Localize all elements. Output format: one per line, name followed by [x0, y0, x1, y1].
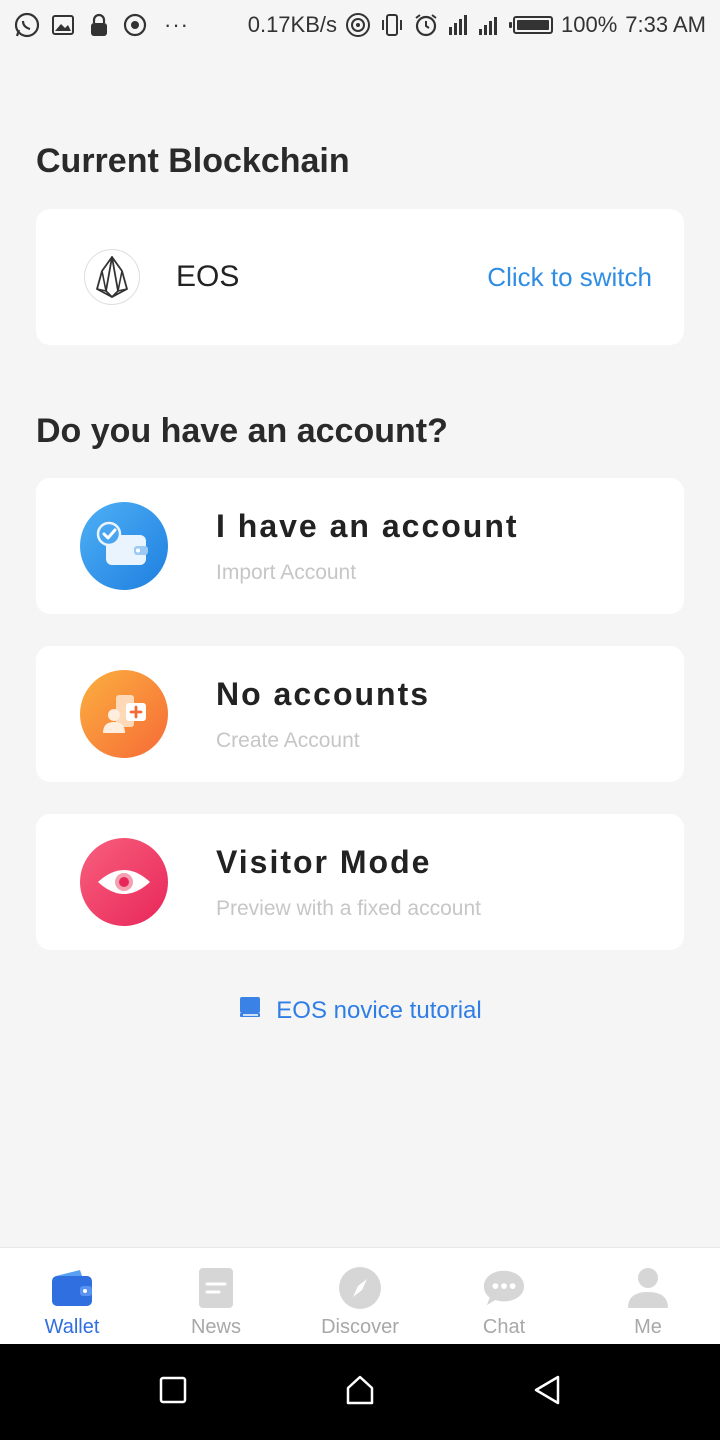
novice-tutorial-link[interactable]: EOS novice tutorial: [0, 996, 720, 1025]
battery-percent: 100%: [561, 12, 618, 37]
home-button[interactable]: [344, 1374, 376, 1411]
switch-chain-link[interactable]: Click to switch: [487, 262, 652, 293]
back-button[interactable]: [532, 1374, 562, 1411]
import-account-option[interactable]: I have an account Import Account: [36, 478, 684, 614]
book-icon: [238, 996, 262, 1025]
vibrate-icon: [379, 12, 405, 38]
network-speed: 0.17KB/s: [247, 12, 337, 37]
add-account-icon: [80, 670, 168, 758]
tab-label: Wallet: [44, 1316, 100, 1338]
account-heading: Do you have an account?: [36, 412, 448, 450]
gallery-icon: [50, 12, 76, 38]
person-icon: [626, 1266, 670, 1310]
battery-icon: [509, 16, 553, 34]
tab-label: Discover: [321, 1316, 399, 1338]
recent-apps-button[interactable]: [158, 1375, 188, 1410]
tab-me[interactable]: Me: [576, 1248, 720, 1344]
visitor-mode-option[interactable]: Visitor Mode Preview with a fixed accoun…: [36, 814, 684, 950]
option-title: No accounts: [216, 675, 431, 712]
option-subtitle: Preview with a fixed account: [216, 896, 481, 920]
more-icon: ···: [164, 12, 189, 37]
tab-chat[interactable]: Chat: [432, 1248, 576, 1344]
compass-icon: [338, 1266, 382, 1310]
option-subtitle: Create Account: [216, 728, 360, 752]
clock: 7:33 AM: [625, 12, 706, 37]
chat-icon: [482, 1266, 526, 1310]
bottom-tab-bar: Wallet News Discover Chat Me: [0, 1247, 720, 1344]
tab-discover[interactable]: Discover: [288, 1248, 432, 1344]
status-bar: ··· 0.17KB/s 100% 7:33 AM: [0, 0, 720, 50]
current-blockchain-heading: Current Blockchain: [36, 142, 350, 180]
chain-name: EOS: [176, 260, 240, 293]
system-nav-bar: [0, 1344, 720, 1440]
create-account-option[interactable]: No accounts Create Account: [36, 646, 684, 782]
lock-icon: [86, 12, 112, 38]
eos-logo-icon: [84, 249, 140, 305]
tab-wallet[interactable]: Wallet: [0, 1248, 144, 1344]
whatsapp-icon: [14, 12, 40, 38]
record-icon: [122, 12, 148, 38]
tab-label: Chat: [482, 1316, 526, 1338]
blockchain-card[interactable]: EOS Click to switch: [36, 209, 684, 345]
tutorial-label: EOS novice tutorial: [276, 996, 482, 1024]
tab-label: Me: [634, 1316, 662, 1338]
signal-icon: [447, 12, 505, 38]
wallet-check-icon: [80, 502, 168, 590]
eye-icon: [80, 838, 168, 926]
news-icon: [194, 1266, 238, 1310]
option-title: Visitor Mode: [216, 843, 432, 880]
option-title: I have an account: [216, 507, 519, 544]
tab-news[interactable]: News: [144, 1248, 288, 1344]
alarm-icon: [413, 12, 439, 38]
wallet-icon: [50, 1266, 94, 1310]
option-subtitle: Import Account: [216, 560, 357, 584]
hotspot-icon: [345, 12, 371, 38]
tab-label: News: [190, 1316, 241, 1338]
